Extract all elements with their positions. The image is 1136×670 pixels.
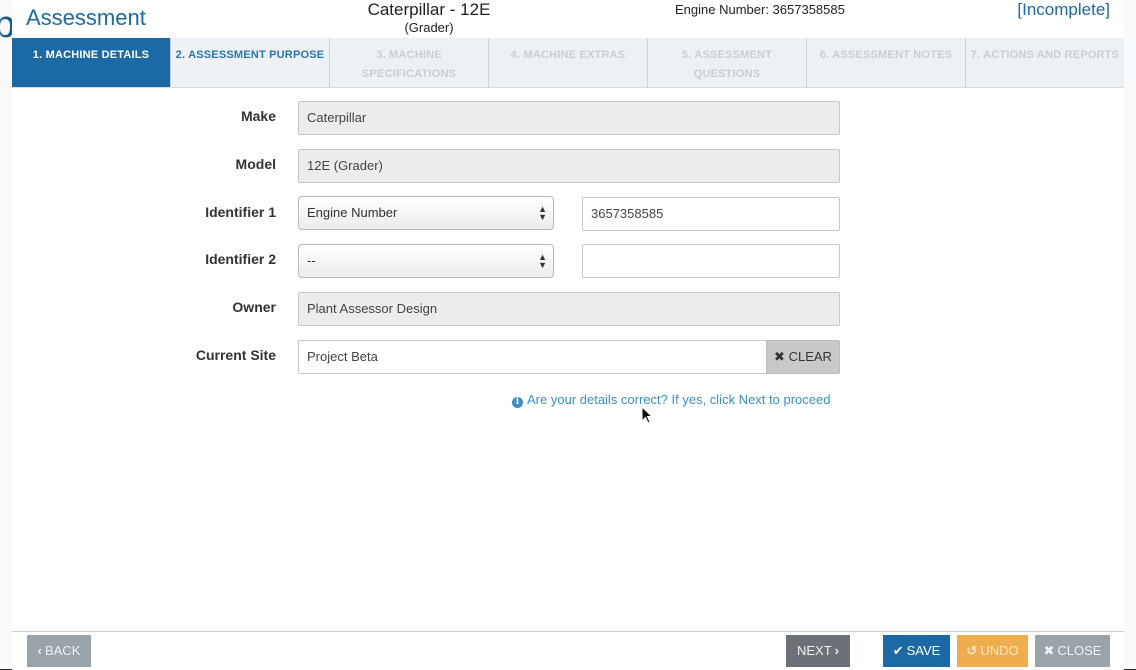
identifier1-input[interactable]: 3657358585 [582,197,840,231]
undo-button[interactable]: ↺ UNDO [957,635,1028,667]
save-label: SAVE [906,643,941,658]
modal-header: Assessment Caterpillar - 12E (Grader) En… [12,0,1124,38]
modal-footer: ‹ BACK NEXT › ✔ SAVE ↺ UNDO ✖ CLOSE [12,631,1124,670]
owner-label: Owner [232,299,276,315]
chevron-right-icon: › [834,643,839,658]
close-label: CLOSE [1057,643,1102,658]
tab-actions-and-reports[interactable]: 7. Actions and Reports [966,38,1124,87]
clear-label: CLEAR [788,349,832,364]
owner-field[interactable]: Plant Assessor Design [298,292,840,326]
current-site-input[interactable]: Project Beta [298,340,768,374]
undo-icon: ↺ [966,643,978,658]
tab-assessment-questions[interactable]: 5. Assessment Questions [648,38,807,87]
tab-machine-details[interactable]: 1. Machine Details [12,38,171,87]
status-badge: [Incomplete] [1017,0,1110,19]
engine-number: Engine Number: 3657358585 [675,2,845,17]
clear-site-button[interactable]: ✖ CLEAR [766,340,840,374]
modal-title: Assessment [26,5,146,30]
next-label: NEXT [796,643,832,658]
identifier2-input[interactable] [582,244,840,278]
check-icon: ✔ [892,643,904,658]
tab-machine-extras[interactable]: 4. Machine Extras [489,38,648,87]
times-icon: ✖ [774,349,785,364]
next-button[interactable]: NEXT › [786,635,850,667]
wizard-tabs: 1. Machine Details 2. Assessment Purpose… [12,38,1124,88]
identifier1-type-value: Engine Number [307,205,398,220]
make-field[interactable]: Caterpillar [298,101,840,135]
machine-type: (Grader) [404,20,454,35]
model-field[interactable]: 12E (Grader) [298,149,840,183]
times-icon: ✖ [1043,643,1055,658]
current-site-label: Current Site [195,347,276,363]
select-arrows-icon: ▲ ▼ [538,252,547,270]
background-edge-left [0,0,12,669]
tab-assessment-purpose[interactable]: 2. Assessment Purpose [171,38,330,87]
identifier2-type-value: -- [307,253,316,268]
undo-label: UNDO [980,643,1019,658]
select-arrows-icon: ▲ ▼ [538,204,547,222]
chevron-left-icon: ‹ [37,643,42,658]
tab-machine-specifications[interactable]: 3. Machine Specifications [330,38,489,87]
details-hint: i Are your details correct? If yes, click… [512,392,830,408]
background-edge-right [1124,0,1136,669]
info-icon: i [512,397,523,408]
machine-name: Caterpillar - 12E [367,0,491,19]
identifier1-type-select[interactable]: Engine Number ▲ ▼ [298,196,554,230]
tab-assessment-notes[interactable]: 6. Assessment Notes [807,38,966,87]
assessment-modal: Assessment Caterpillar - 12E (Grader) En… [12,0,1124,670]
hint-text: Are your details correct? If yes, click … [527,392,831,407]
mouse-cursor-icon [641,406,653,424]
model-label: Model [235,156,276,172]
identifier2-type-select[interactable]: -- ▲ ▼ [298,244,554,278]
make-label: Make [240,108,276,124]
identifier2-label: Identifier 2 [205,251,276,267]
save-button[interactable]: ✔ SAVE [883,635,950,667]
close-button[interactable]: ✖ CLOSE [1035,635,1110,667]
back-label: BACK [44,643,81,658]
back-button[interactable]: ‹ BACK [27,635,91,667]
identifier1-label: Identifier 1 [205,204,276,220]
